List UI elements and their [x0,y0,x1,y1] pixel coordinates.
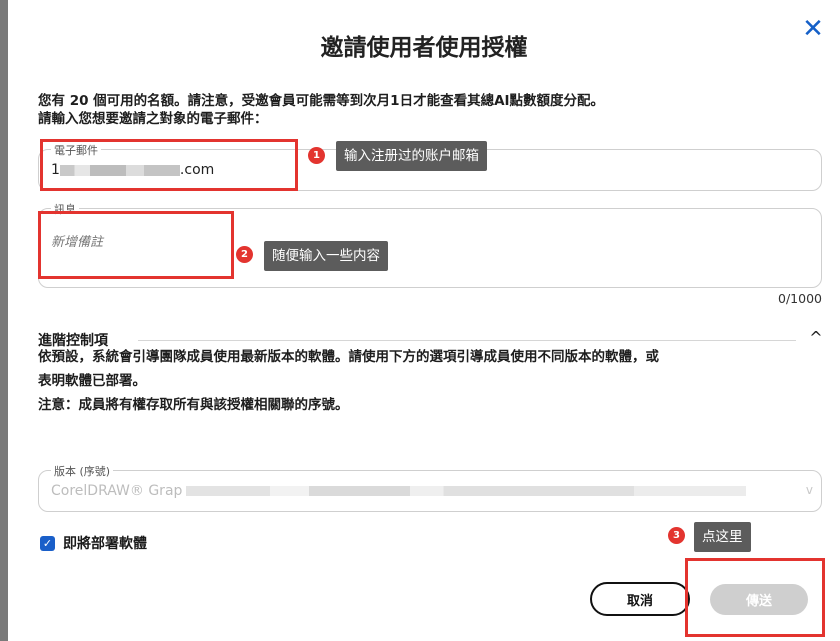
advanced-desc-line-2: 表明軟體已部署。 [38,373,146,389]
cancel-button[interactable]: 取消 [590,582,690,616]
advanced-description: 依預設，系統會引導團隊成員使用最新版本的軟體。請使用下方的選項引導成員使用不同版… [38,345,820,417]
intro-line-1: 您有 20 個可用的名額。請注意，受邀會員可能需等到次月1日才能查看其總AI點數… [38,93,605,109]
advanced-desc-line-1: 依預設，系統會引導團隊成員使用最新版本的軟體。請使用下方的選項引導成員使用不同版… [38,349,659,365]
message-char-counter: 0/1000 [778,291,822,306]
version-value-text: CorelDRAW® Grap [51,483,183,499]
invite-dialog: 邀請使用者使用授權 ✕ 您有 20 個可用的名額。請注意，受邀會員可能需等到次月… [8,0,840,641]
annotation-badge-2: 2 [236,246,253,263]
annotation-badge-1: 1 [308,147,325,164]
advanced-desc-line-3: 注意：成員將有權存取所有與該授權相關聯的序號。 [38,397,349,413]
intro-text: 您有 20 個可用的名額。請注意，受邀會員可能需等到次月1日才能查看其總AI點數… [38,92,820,128]
annotation-box-message [38,211,234,279]
chevron-down-icon[interactable]: v [806,483,813,497]
version-value: CorelDRAW® Grap [51,483,747,499]
annotation-box-send [685,558,825,637]
annotation-badge-3: 3 [668,527,685,544]
version-redaction [186,486,747,496]
annotation-box-email [40,139,298,191]
annotation-tip-1: 输入注册过的账户邮箱 [336,141,487,171]
divider [138,340,796,341]
background-strip [0,0,8,641]
annotation-tip-3: 点这里 [694,522,751,552]
deploy-option[interactable]: ✓ 即將部署軟體 [40,533,147,553]
version-label: 版本 (序號) [51,463,114,479]
version-select[interactable]: 版本 (序號) CorelDRAW® Grap v [38,463,822,512]
deploy-checkbox[interactable]: ✓ [40,535,55,551]
dialog-title: 邀請使用者使用授權 [320,35,528,61]
deploy-label: 即將部署軟體 [63,536,147,552]
annotation-tip-2: 随便输入一些内容 [264,241,388,271]
close-icon[interactable]: ✕ [798,14,828,44]
intro-line-2: 請輸入您想要邀請之對象的電子郵件： [38,111,268,127]
